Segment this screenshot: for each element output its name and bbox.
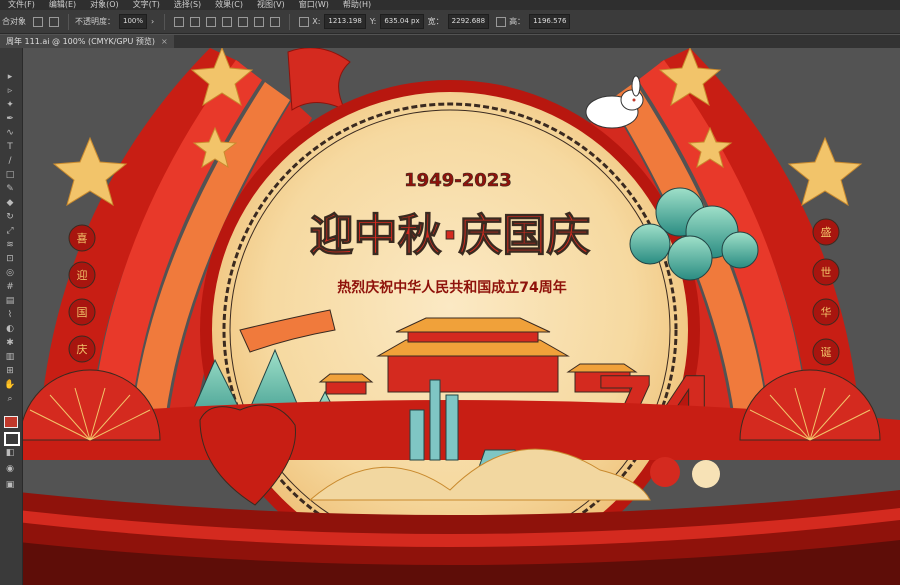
menu-edit[interactable]: 编辑(E)	[49, 0, 76, 10]
rectangle-tool-icon[interactable]: □	[4, 170, 16, 180]
fill-color-icon[interactable]	[4, 416, 18, 428]
pillar-char: 华	[821, 305, 832, 319]
opacity-input[interactable]: 100%	[119, 14, 148, 29]
align-left-icon[interactable]	[190, 16, 201, 27]
pillar-char: 世	[821, 266, 832, 279]
artboard[interactable]: 喜 迎 国 庆 盛 世 华 诞 1949-2023 迎中秋·庆国庆 热烈庆祝中华…	[0, 48, 900, 585]
link-icon[interactable]	[496, 16, 507, 27]
rotate-tool-icon[interactable]: ↻	[4, 212, 16, 222]
zoom-tool-icon[interactable]: ⌕	[4, 394, 16, 404]
graph-tool-icon[interactable]: ▥	[4, 352, 16, 362]
menu-type[interactable]: 文字(T)	[133, 0, 160, 10]
document-tab-title: 周年 111.ai @ 100% (CMYK/GPU 预览)	[6, 37, 155, 46]
blend-tool-icon[interactable]: ◐	[4, 324, 16, 334]
x-label: X:	[312, 17, 321, 26]
document-tab[interactable]: 周年 111.ai @ 100% (CMYK/GPU 预览) ×	[0, 35, 174, 48]
curvature-tool-icon[interactable]: ∿	[4, 128, 16, 138]
divider	[68, 13, 69, 30]
x-input[interactable]: 1213.198	[324, 14, 366, 29]
recolor-icon[interactable]	[174, 16, 185, 27]
pen-tool-icon[interactable]: ✒	[4, 114, 16, 124]
y-input[interactable]: 635.04 px	[380, 14, 424, 29]
type-tool-icon[interactable]: T	[4, 142, 16, 152]
gradient-tool-icon[interactable]: ▤	[4, 296, 16, 306]
menu-help[interactable]: 帮助(H)	[343, 0, 371, 10]
pillar-char: 国	[77, 306, 88, 319]
menu-view[interactable]: 视图(V)	[257, 0, 285, 10]
headline-text: 迎中秋·庆国庆	[310, 210, 591, 261]
scale-tool-icon[interactable]: ⤢	[4, 226, 16, 236]
align-bottom-icon[interactable]	[270, 16, 281, 27]
selection-tool-icon[interactable]: ▸	[4, 72, 16, 82]
menu-object[interactable]: 对象(O)	[90, 0, 119, 10]
orb-red	[650, 457, 680, 487]
fill-swatch-icon[interactable]	[33, 16, 43, 27]
mesh-tool-icon[interactable]: #	[4, 282, 16, 292]
paintbrush-tool-icon[interactable]: ✎	[4, 184, 16, 194]
direct-select-tool-icon[interactable]: ▹	[4, 86, 16, 96]
eyedropper-tool-icon[interactable]: ⌇	[4, 310, 16, 320]
pillar-char: 庆	[77, 342, 88, 356]
menu-window[interactable]: 窗口(W)	[299, 0, 329, 10]
year-text: 1949-2023	[404, 170, 512, 191]
pillar-char: 迎	[77, 269, 88, 282]
w-label: 宽：	[427, 17, 444, 26]
stroke-color-icon[interactable]	[4, 432, 20, 446]
shape-builder-tool-icon[interactable]: ◎	[4, 268, 16, 278]
pillar-char: 喜	[77, 232, 88, 245]
h-label: 高：	[509, 17, 526, 26]
chevron-right-icon[interactable]: ›	[151, 17, 154, 26]
menu-effect[interactable]: 效果(C)	[215, 0, 243, 10]
menu-file[interactable]: 文件(F)	[8, 0, 35, 10]
screen-mode-icon[interactable]: ▣	[4, 480, 16, 490]
stroke-swatch-icon[interactable]	[49, 16, 59, 27]
tools-panel: ▸ ▹ ✦ ✒ ∿ T / □ ✎ ◆ ↻ ⤢ ≋ ⊡ ◎ # ▤ ⌇ ◐ ✱ …	[0, 48, 23, 585]
align-middle-icon[interactable]	[254, 16, 265, 27]
align-right-icon[interactable]	[222, 16, 233, 27]
align-top-icon[interactable]	[238, 16, 249, 27]
line-tool-icon[interactable]: /	[4, 156, 16, 166]
symbol-sprayer-tool-icon[interactable]: ✱	[4, 338, 16, 348]
subtitle-text: 热烈庆祝中华人民共和国成立74周年	[337, 279, 566, 296]
draw-mode-icon[interactable]: ◉	[4, 464, 16, 474]
document-tab-bar: 周年 111.ai @ 100% (CMYK/GPU 预览) ×	[0, 35, 900, 48]
opacity-label: 不透明度：	[75, 17, 115, 26]
star-icon	[787, 136, 863, 207]
selection-label: 合对象	[2, 17, 26, 26]
close-icon[interactable]: ×	[161, 37, 168, 46]
menu-select[interactable]: 选择(S)	[174, 0, 201, 10]
magic-wand-tool-icon[interactable]: ✦	[4, 100, 16, 110]
eraser-tool-icon[interactable]: ◆	[4, 198, 16, 208]
hand-tool-icon[interactable]: ✋	[4, 380, 16, 390]
menu-bar: 文件(F) 编辑(E) 对象(O) 文字(T) 选择(S) 效果(C) 视图(V…	[0, 0, 900, 10]
pillar-char: 诞	[821, 345, 832, 359]
divider	[289, 13, 291, 30]
width-input[interactable]: 2292.688	[447, 14, 490, 29]
divider	[164, 13, 166, 30]
free-transform-tool-icon[interactable]: ⊡	[4, 254, 16, 264]
artboard-tool-icon[interactable]: ⊞	[4, 366, 16, 376]
pillar-char: 盛	[821, 225, 832, 239]
rabbit-icon	[585, 75, 644, 129]
orb-cream	[692, 460, 720, 488]
control-bar: 合对象 不透明度： 100% › X: 1213.198 Y: 635.04 p…	[0, 10, 900, 34]
y-label: Y:	[369, 17, 377, 26]
flag-icon	[287, 48, 351, 112]
height-input[interactable]: 1196.576	[529, 14, 571, 29]
warp-tool-icon[interactable]: ≋	[4, 240, 16, 250]
transform-icon[interactable]	[299, 16, 310, 27]
align-center-icon[interactable]	[206, 16, 217, 27]
color-mode-icon[interactable]: ◧	[4, 448, 16, 458]
